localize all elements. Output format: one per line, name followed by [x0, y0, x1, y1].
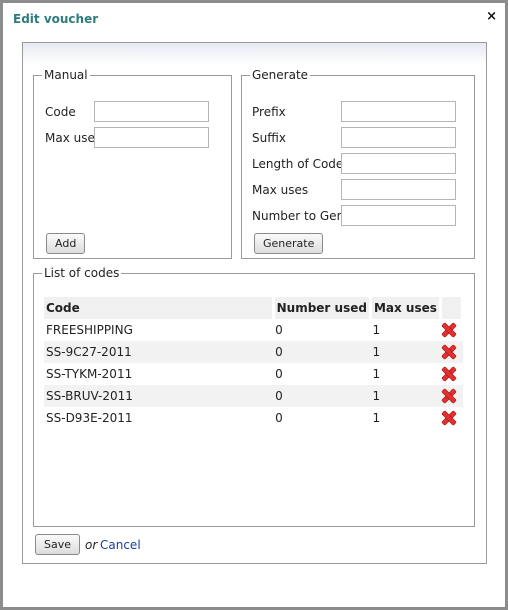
table-row: SS-TYKM-2011 0 1	[44, 363, 463, 385]
number-input[interactable]	[341, 205, 456, 226]
delete-x-icon[interactable]	[442, 323, 456, 337]
row-used: 0	[275, 323, 283, 337]
add-button[interactable]: Add	[46, 233, 86, 254]
row-max: 1	[370, 385, 441, 407]
row-delete	[440, 319, 462, 341]
number-label: Number to Gen	[252, 209, 345, 223]
table-row: SS-BRUV-2011 0 1	[44, 385, 463, 407]
length-input[interactable]	[341, 153, 456, 174]
row-code: FREESHIPPING	[46, 323, 133, 337]
table-row: SS-9C27-2011 0 1	[44, 341, 463, 363]
table-header-row: Code Number used Max uses	[44, 297, 465, 319]
row-code: SS-9C27-2011	[44, 341, 274, 363]
row-used: 0	[273, 385, 371, 407]
row-max: 1	[372, 411, 381, 425]
cancel-link[interactable]: Cancel	[100, 538, 141, 552]
row-delete	[440, 363, 462, 385]
row-used: 0	[275, 367, 283, 381]
row-code: SS-D93E-2011	[46, 411, 133, 425]
close-icon[interactable]: ×	[486, 10, 497, 24]
code-input[interactable]	[94, 101, 209, 122]
header-code: Code	[44, 297, 275, 319]
header-max-uses: Max uses	[370, 297, 442, 319]
or-text: or	[85, 538, 98, 552]
delete-x-icon[interactable]	[442, 411, 456, 425]
delete-x-icon[interactable]	[442, 389, 456, 403]
delete-x-icon[interactable]	[442, 367, 456, 381]
maxuses-input[interactable]	[341, 179, 456, 200]
codes-legend: List of codes	[44, 266, 120, 280]
suffix-input[interactable]	[341, 127, 456, 148]
codes-fieldset: List of codes Code Number used Max uses …	[33, 266, 475, 527]
manual-fieldset: Manual Code Max use Add	[33, 68, 232, 259]
dialog-title: Edit voucher	[13, 12, 99, 26]
delete-x-icon[interactable]	[442, 345, 456, 359]
maxuse-input[interactable]	[94, 127, 209, 148]
maxuses-label: Max uses	[252, 183, 309, 197]
row-code: SS-BRUV-2011	[44, 385, 274, 407]
save-button[interactable]: Save	[35, 534, 81, 555]
table-row: SS-D93E-2011 0 1	[44, 407, 463, 429]
row-code: SS-TYKM-2011	[46, 367, 133, 381]
header-delete	[440, 297, 465, 319]
table-row: FREESHIPPING 0 1	[44, 319, 463, 341]
header-number-used: Number used	[273, 297, 372, 319]
generate-fieldset: Generate Prefix Suffix Length of Code Ma…	[241, 68, 475, 259]
row-max: 1	[370, 341, 441, 363]
row-max: 1	[372, 323, 381, 337]
row-delete	[440, 385, 463, 407]
row-delete	[440, 341, 463, 363]
row-used: 0	[273, 341, 371, 363]
prefix-input[interactable]	[341, 101, 456, 122]
edit-voucher-dialog: Edit voucher × Manual Code Max use Add G…	[0, 0, 508, 610]
codes-table: Code Number used Max uses FREESHIPPING 0…	[44, 297, 465, 429]
generate-legend: Generate	[252, 68, 309, 82]
row-max: 1	[372, 367, 381, 381]
manual-legend: Manual	[44, 68, 88, 82]
voucher-panel: Manual Code Max use Add Generate Prefix …	[22, 42, 487, 564]
row-delete	[440, 407, 462, 429]
prefix-label: Prefix	[252, 105, 286, 119]
suffix-label: Suffix	[252, 131, 286, 145]
maxuse-label: Max use	[45, 131, 95, 145]
generate-button[interactable]: Generate	[254, 233, 324, 254]
length-label: Length of Code	[252, 157, 344, 171]
row-used: 0	[275, 411, 283, 425]
code-label: Code	[45, 105, 76, 119]
dialog-titlebar: Edit voucher ×	[3, 3, 505, 35]
